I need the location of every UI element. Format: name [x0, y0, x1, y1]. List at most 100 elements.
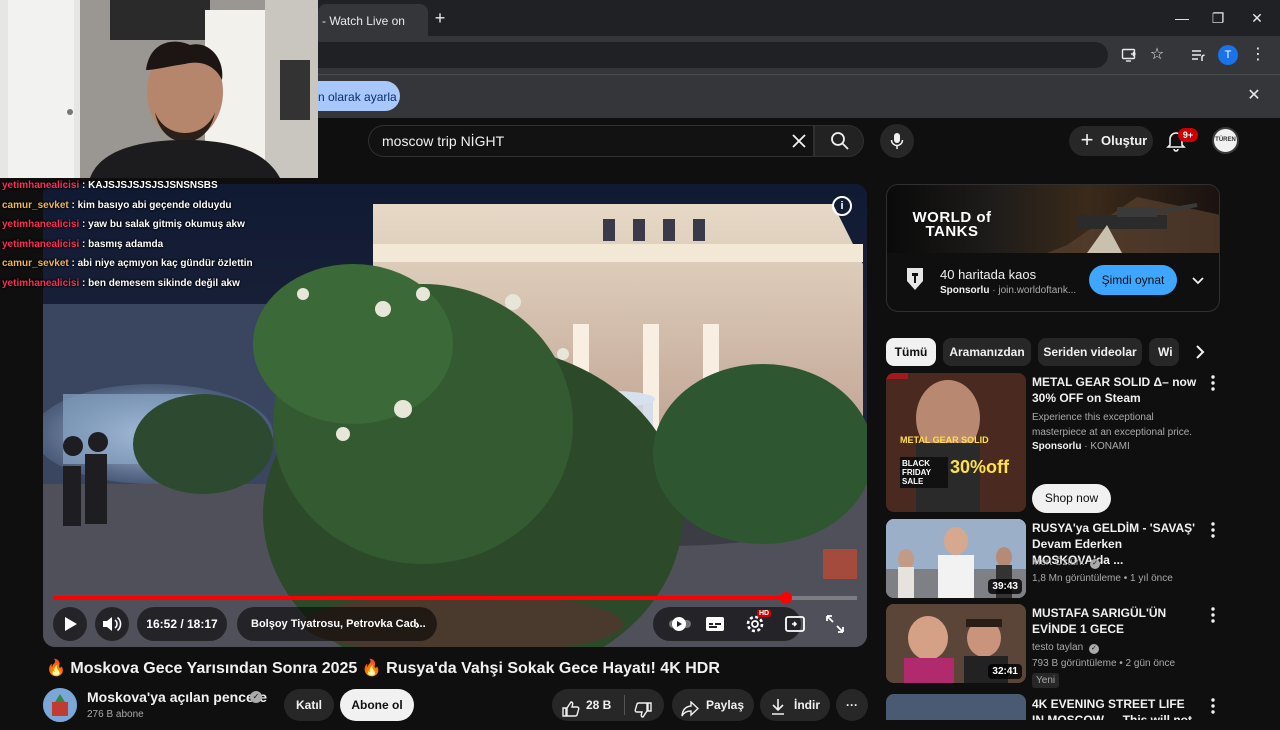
more-options-icon[interactable]: [1206, 374, 1220, 392]
rec-title[interactable]: MUSTAFA SARIGÜL'ÜN EVİNDE 1 GECE: [1032, 605, 1200, 637]
shop-now-button[interactable]: Shop now: [1032, 484, 1111, 513]
set-default-button[interactable]: n olarak ayarla: [310, 81, 400, 111]
play-icon: [65, 617, 77, 631]
microphone-icon: [890, 133, 904, 149]
play-button[interactable]: [53, 607, 87, 641]
browser-tab[interactable]: - Watch Live on: [318, 4, 428, 36]
search-button[interactable]: [814, 125, 864, 157]
sponsored-label: Sponsorlu: [940, 285, 990, 296]
ad-banner-image: WORLD of TANKS: [887, 185, 1219, 253]
progress-played: [53, 596, 787, 600]
chip-from-series[interactable]: Seriden videolar: [1038, 338, 1142, 366]
address-bar[interactable]: [318, 42, 1108, 68]
advertiser-name: KONAMI: [1090, 441, 1130, 452]
miniplayer-icon[interactable]: [783, 612, 807, 636]
video-duration: 39:43: [988, 579, 1022, 594]
subscribe-button[interactable]: Abone ol: [340, 689, 414, 721]
rec-title[interactable]: METAL GEAR SOLID Δ– now 30% OFF on Steam: [1032, 374, 1200, 406]
close-window-button[interactable]: ✕: [1245, 8, 1269, 28]
install-app-icon[interactable]: [1118, 44, 1140, 66]
rec-channel-line: testo taylan ✓: [1032, 642, 1099, 654]
browser-menu-icon[interactable]: ⋮: [1247, 44, 1269, 66]
more-options-icon[interactable]: [1206, 697, 1220, 715]
search-input[interactable]: moscow trip NİGHT: [368, 125, 814, 157]
more-options-icon[interactable]: [1206, 521, 1220, 539]
rec-title[interactable]: 4K EVENING STREET LIFE IN MOSCOW — This …: [1032, 696, 1200, 720]
chat-message: camur_sevket : abi niye açmıyon kaç günd…: [2, 258, 253, 270]
chat-username: camur_sevket: [2, 199, 69, 211]
ad-domain: join.worldoftank...: [998, 285, 1077, 296]
chat-username: yetimhanealicisi: [2, 277, 80, 289]
chip-from-search[interactable]: Aramanızdan: [943, 338, 1031, 366]
chat-username: yetimhanealicisi: [2, 219, 80, 231]
sponsored-ad-card[interactable]: WORLD of TANKS 40 haritada kaos Sponsorl…: [886, 184, 1220, 312]
volume-button[interactable]: [95, 607, 129, 641]
like-dislike-group: 28 B: [552, 689, 664, 721]
rec-description: Experience this exceptional masterpiece …: [1032, 412, 1193, 438]
chip-more[interactable]: Wi: [1149, 338, 1179, 366]
divider: [624, 695, 625, 715]
channel-avatar[interactable]: [43, 688, 77, 722]
ad-brand-logo: WORLD of TANKS: [912, 209, 992, 240]
rec-thumbnail[interactable]: 39:43: [886, 519, 1026, 598]
rec-thumbnail[interactable]: METAL GEAR SOLID BLACK FRIDAY SALE 30%of…: [886, 373, 1026, 512]
chapter-title[interactable]: Bolşoy Tiyatrosu, Petrovka Cad... ›: [237, 607, 437, 641]
chat-username: yetimhanealicisi: [2, 180, 80, 191]
more-actions-button[interactable]: ···: [836, 689, 868, 721]
video-duration: 32:41: [988, 664, 1022, 679]
ad-title[interactable]: 40 haritada kaos: [940, 267, 1036, 282]
play-now-button[interactable]: Şimdi oynat: [1089, 265, 1177, 295]
chevron-right-icon[interactable]: [1190, 342, 1210, 362]
rec-thumbnail[interactable]: 32:41: [886, 604, 1026, 683]
chip-all[interactable]: Tümü: [886, 338, 936, 366]
rec-channel-line: Mert Öztürk ✓: [1032, 557, 1101, 569]
like-count[interactable]: 28 B: [586, 689, 611, 721]
minimize-button[interactable]: —: [1170, 8, 1194, 28]
more-options-icon[interactable]: [1206, 606, 1220, 624]
thumbs-down-icon[interactable]: [634, 698, 652, 730]
channel-name[interactable]: Moskova'ya açılan pencere: [87, 689, 267, 705]
clear-search-icon[interactable]: [788, 130, 810, 152]
chat-message: camur_sevket : kim basıyo abi geçende ol…: [2, 199, 232, 211]
scrubber-handle[interactable]: [780, 592, 793, 604]
chapter-label: Bolşoy Tiyatrosu, Petrovka Cad...: [251, 618, 426, 630]
share-button[interactable]: Paylaş: [672, 689, 754, 721]
download-label: İndir: [794, 698, 820, 712]
chat-text: KAJSJSJSJSJSJSNSNSBS: [88, 180, 218, 191]
share-icon: [681, 697, 700, 729]
chat-message: yetimhanealicisi : basmış adamda: [2, 238, 164, 250]
rec-channel-name[interactable]: testo taylan: [1032, 642, 1083, 653]
new-tab-button[interactable]: +: [430, 8, 450, 28]
profile-avatar[interactable]: T: [1218, 45, 1238, 65]
fullscreen-icon[interactable]: [823, 612, 847, 636]
account-avatar[interactable]: TÜREN: [1212, 127, 1239, 154]
chat-message: yetimhanealicisi : ben demesem sikinde d…: [2, 277, 240, 289]
chat-text: basmış adamda: [88, 238, 164, 250]
sponsored-label: Sponsorlu: [1032, 441, 1082, 452]
chat-text: yaw bu salak gitmiş okumuş akw: [88, 219, 245, 231]
thumbs-up-icon[interactable]: [562, 697, 580, 729]
bookmark-star-icon[interactable]: ☆: [1146, 44, 1168, 66]
rec-thumbnail[interactable]: [886, 694, 1026, 720]
voice-search-button[interactable]: [880, 124, 914, 158]
media-controls-icon[interactable]: [1187, 44, 1209, 66]
thumb-sale-text: BLACK FRIDAY SALE: [900, 457, 948, 488]
close-infobar-icon[interactable]: ✕: [1244, 86, 1264, 106]
rec-channel-name[interactable]: Mert Öztürk: [1032, 557, 1084, 568]
chevron-down-icon[interactable]: [1189, 271, 1207, 289]
chat-message: yetimhanealicisi : yaw bu salak gitmiş o…: [2, 219, 245, 231]
join-button[interactable]: Katıl: [284, 689, 334, 721]
info-card-icon[interactable]: i: [832, 196, 852, 216]
thumb-brand-text: METAL GEAR SOLID: [900, 435, 989, 445]
settings-gear-icon[interactable]: HD: [743, 610, 772, 636]
rec-views-age: 793 B görüntüleme • 2 gün önce: [1032, 658, 1176, 669]
subtitles-icon[interactable]: [703, 612, 727, 636]
autoplay-toggle[interactable]: [667, 612, 691, 636]
volume-icon: [103, 616, 122, 632]
maximize-button[interactable]: ❐: [1206, 8, 1230, 28]
rec-sponsor-line: Sponsorlu · KONAMI: [1032, 441, 1130, 452]
progress-bar[interactable]: [53, 592, 857, 604]
share-label: Paylaş: [706, 698, 745, 712]
download-button[interactable]: İndir: [760, 689, 830, 721]
video-title: 🔥 Moskova Gece Yarısından Sonra 2025 🔥 R…: [46, 660, 720, 677]
